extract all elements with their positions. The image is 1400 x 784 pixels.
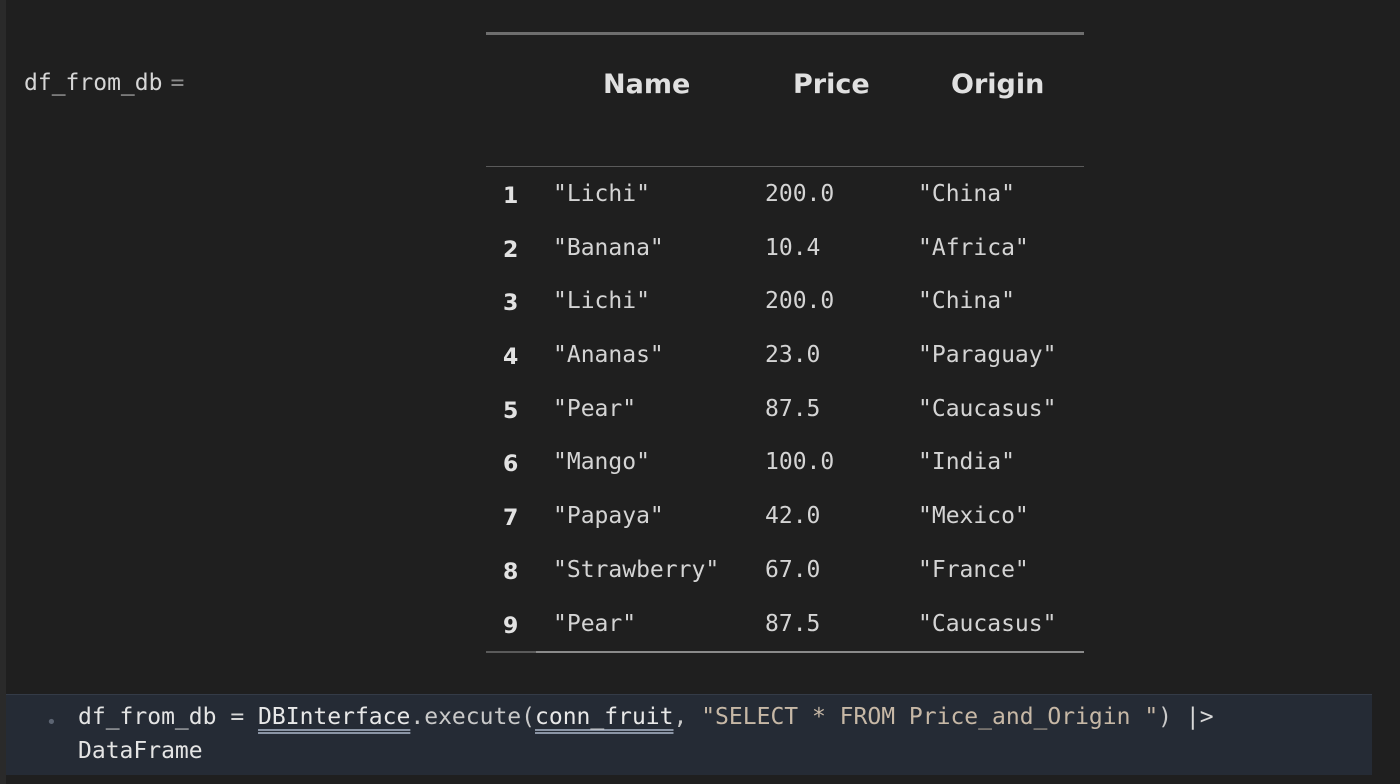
cell-name: "Papaya" bbox=[553, 503, 664, 530]
code-type-dataframe: DataFrame bbox=[78, 738, 203, 764]
cell-name: "Ananas" bbox=[553, 342, 664, 369]
cell-price: 87.5 bbox=[765, 610, 821, 637]
output-variable-name: df_from_db bbox=[24, 70, 163, 96]
cell-origin: "France" bbox=[918, 556, 1029, 583]
cell-origin: "Mexico" bbox=[918, 503, 1029, 530]
row-index: 5 bbox=[503, 398, 519, 424]
row-index: 1 bbox=[503, 184, 519, 209]
cell-price: 10.4 bbox=[765, 234, 821, 261]
code-cell-editor[interactable]: • df_from_db = DBInterface.execute(conn_… bbox=[6, 694, 1372, 775]
table-row: 6 "Mango" 100.0 "India" bbox=[486, 436, 1084, 490]
code-dot: . bbox=[410, 704, 425, 730]
cell-origin: "China" bbox=[918, 181, 1015, 207]
dataframe-table: Name Price Origin 1 "Lichi" 200.0 "China… bbox=[486, 32, 1084, 654]
cell-origin: "China" bbox=[918, 288, 1015, 315]
row-index: 3 bbox=[503, 291, 519, 317]
table-row: 2 "Banana" 10.4 "Africa" bbox=[486, 222, 1084, 276]
code-line-1[interactable]: df_from_db = DBInterface.execute(conn_fr… bbox=[78, 704, 1214, 730]
cell-price: 23.0 bbox=[765, 342, 821, 369]
code-variable: df_from_db bbox=[78, 704, 217, 730]
code-assign: = bbox=[216, 704, 259, 730]
cell-name: "Mango" bbox=[553, 449, 650, 476]
code-type-dbinterface[interactable]: DBInterface bbox=[258, 704, 410, 730]
cell-origin: "Caucasus" bbox=[918, 610, 1057, 637]
table-row: 4 "Ananas" 23.0 "Paraguay" bbox=[486, 329, 1084, 383]
cell-gutter bbox=[0, 0, 6, 784]
row-index: 6 bbox=[503, 452, 519, 478]
code-comma: , bbox=[673, 704, 702, 730]
code-sql-string: "SELECT * FROM Price_and_Origin " bbox=[701, 704, 1159, 730]
code-arg-conn-fruit[interactable]: conn_fruit bbox=[535, 704, 673, 730]
cell-name: "Pear" bbox=[553, 395, 637, 422]
output-variable-label: df_from_db = bbox=[24, 70, 184, 96]
table-row: 8 "Strawberry" 67.0 "France" bbox=[486, 544, 1084, 598]
cell-name: "Pear" bbox=[553, 610, 637, 637]
row-index: 8 bbox=[503, 559, 519, 585]
output-equals-sign: = bbox=[170, 70, 185, 96]
row-index: 2 bbox=[503, 237, 519, 263]
cell-origin: "Africa" bbox=[918, 234, 1029, 261]
table-row: 3 "Lichi" 200.0 "China" bbox=[486, 275, 1084, 329]
column-header-name[interactable]: Name bbox=[603, 69, 690, 100]
table-body: 1 "Lichi" 200.0 "China" 2 "Banana" 10.4 … bbox=[486, 167, 1084, 651]
cell-origin: "India" bbox=[918, 449, 1015, 476]
table-row: 1 "Lichi" 200.0 "China" bbox=[486, 168, 1084, 222]
cell-bullet-icon: • bbox=[46, 712, 57, 733]
cell-price: 42.0 bbox=[765, 503, 821, 530]
column-header-price[interactable]: Price bbox=[793, 69, 870, 100]
table-row: 7 "Papaya" 42.0 "Mexico" bbox=[486, 490, 1084, 544]
cell-name: "Banana" bbox=[553, 234, 664, 261]
table-bottom-rule bbox=[486, 651, 1084, 654]
cell-name: "Lichi" bbox=[553, 181, 650, 207]
cell-price: 67.0 bbox=[765, 556, 821, 583]
table-header-row: Name Price Origin bbox=[486, 35, 1084, 167]
cell-name: "Strawberry" bbox=[553, 556, 720, 583]
row-index: 9 bbox=[503, 613, 519, 639]
cell-origin: "Paraguay" bbox=[918, 342, 1057, 369]
cell-price: 87.5 bbox=[765, 395, 821, 422]
column-header-origin[interactable]: Origin bbox=[951, 69, 1044, 100]
code-close-paren: ) bbox=[1158, 704, 1173, 730]
row-index: 7 bbox=[503, 506, 519, 532]
code-pipe-operator: |> bbox=[1172, 704, 1214, 730]
cell-origin: "Caucasus" bbox=[918, 395, 1057, 422]
cell-name: "Lichi" bbox=[553, 288, 650, 315]
cell-price: 200.0 bbox=[765, 181, 835, 207]
code-line-2[interactable]: DataFrame bbox=[78, 738, 203, 764]
code-function-execute: execute bbox=[424, 704, 522, 730]
row-index: 4 bbox=[503, 345, 519, 371]
cell-price: 200.0 bbox=[765, 288, 835, 315]
table-row: 9 "Pear" 87.5 "Caucasus" bbox=[486, 598, 1084, 652]
code-open-paren: ( bbox=[521, 704, 536, 730]
table-row: 5 "Pear" 87.5 "Caucasus" bbox=[486, 383, 1084, 437]
cell-price: 100.0 bbox=[765, 449, 835, 476]
